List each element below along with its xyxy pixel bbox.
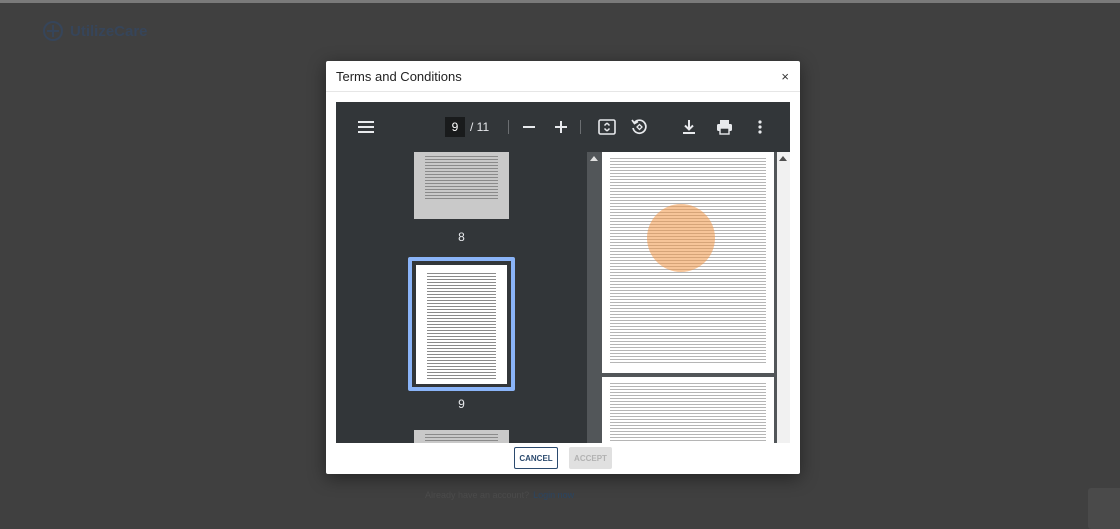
download-icon[interactable] xyxy=(679,117,699,137)
logo-icon xyxy=(43,21,63,41)
modal-title: Terms and Conditions xyxy=(336,69,462,84)
modal-header: Terms and Conditions × xyxy=(326,61,800,92)
print-icon[interactable] xyxy=(714,117,734,137)
modal-footer: CANCEL ACCEPT xyxy=(326,443,800,474)
terms-modal: Terms and Conditions × / 11 xyxy=(326,61,800,474)
page-thumbnail[interactable] xyxy=(414,430,509,443)
accept-button[interactable]: ACCEPT xyxy=(569,447,612,469)
zoom-in-icon[interactable] xyxy=(551,117,571,137)
scroll-up-icon[interactable] xyxy=(779,156,787,161)
thumbnail-label: 9 xyxy=(458,397,465,411)
signin-prompt: Already have an account? Login now xyxy=(425,490,574,500)
zoom-out-icon[interactable] xyxy=(519,117,539,137)
thumbnail-sidebar: 8 9 xyxy=(336,152,587,443)
page-thumbnail-selected[interactable] xyxy=(416,265,507,384)
cancel-button[interactable]: CANCEL xyxy=(514,447,558,469)
page-number-input[interactable] xyxy=(445,117,465,137)
pdf-toolbar: / 11 xyxy=(336,102,790,152)
page-thumbnail[interactable] xyxy=(414,152,509,219)
scroll-up-icon[interactable] xyxy=(590,156,598,161)
pdf-viewer: / 11 xyxy=(336,102,790,443)
scrollbar[interactable] xyxy=(777,152,790,443)
toolbar-divider xyxy=(580,120,581,134)
pdf-page xyxy=(602,377,774,443)
menu-icon[interactable] xyxy=(356,117,376,137)
thumbnail-label: 8 xyxy=(458,230,465,244)
close-icon[interactable]: × xyxy=(781,69,789,84)
recaptcha-badge xyxy=(1088,488,1120,529)
toolbar-divider xyxy=(508,120,509,134)
page-total: / 11 xyxy=(470,120,490,134)
app-logo: UtilizeCare xyxy=(42,20,148,42)
page-view[interactable] xyxy=(587,152,790,443)
rotate-icon[interactable] xyxy=(629,117,649,137)
logo-text: UtilizeCare xyxy=(70,22,148,40)
signin-prompt-text: Already have an account? xyxy=(425,490,530,500)
click-marker xyxy=(647,204,715,272)
signin-link[interactable]: Login now xyxy=(533,490,574,500)
top-bar xyxy=(0,0,1120,3)
fit-page-icon[interactable] xyxy=(597,117,617,137)
pdf-page xyxy=(602,152,774,373)
more-vert-icon[interactable] xyxy=(750,117,770,137)
